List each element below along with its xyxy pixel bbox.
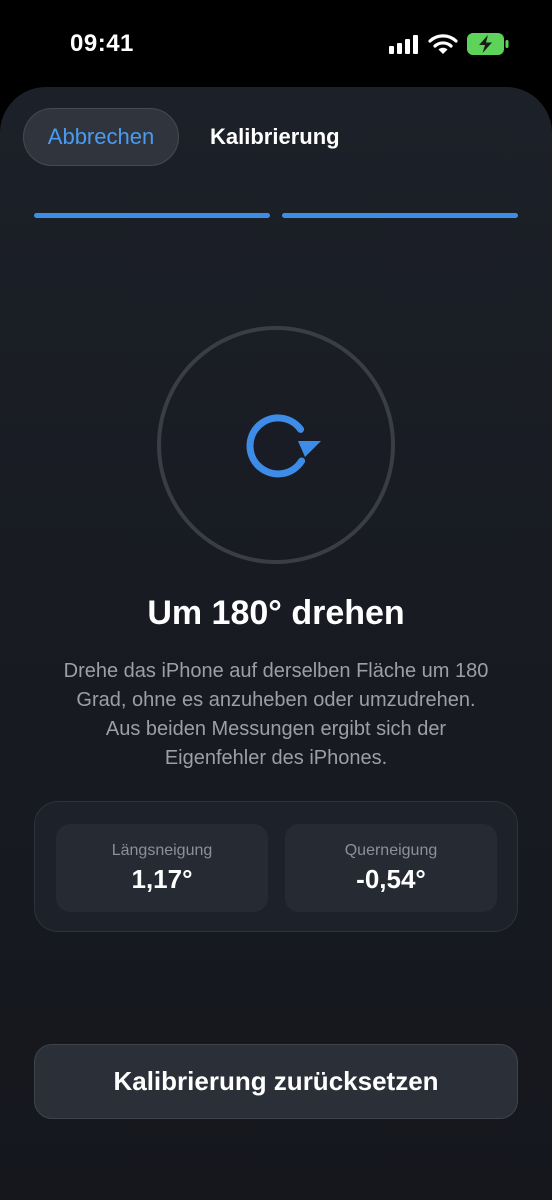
step-indicator-1 xyxy=(34,213,270,218)
pitch-card: Längsneigung 1,17° xyxy=(56,824,268,912)
reset-calibration-button[interactable]: Kalibrierung zurücksetzen xyxy=(34,1044,518,1119)
step-description-line: Drehe das iPhone auf derselben Fläche um… xyxy=(63,660,489,682)
step-description-line: Eigenfehler des iPhones. xyxy=(164,747,388,769)
status-bar: 09:41 xyxy=(0,0,552,90)
page-title: Kalibrierung xyxy=(210,124,340,149)
pitch-label: Längsneigung xyxy=(111,842,213,859)
step-title: Um 180° drehen xyxy=(147,594,405,632)
readings-panel: Längsneigung 1,17° Querneigung -0,54° xyxy=(34,801,518,932)
rotate-clockwise-icon xyxy=(246,414,321,478)
step-description: Drehe das iPhone auf derselben Fläche um… xyxy=(30,657,522,773)
step-indicator-2 xyxy=(282,213,518,218)
battery-charging-icon xyxy=(467,33,509,55)
status-time: 09:41 xyxy=(70,30,134,57)
calibration-sheet xyxy=(0,87,552,1200)
roll-card: Querneigung -0,54° xyxy=(285,824,497,912)
dynamic-island xyxy=(190,19,362,70)
step-description-line: Aus beiden Messungen ergibt sich der xyxy=(105,718,447,740)
cellular-signal-icon xyxy=(389,34,421,54)
step-description-line: Grad, ohne es anzuheben oder umzudrehen. xyxy=(76,689,476,711)
cancel-button[interactable]: Abbrechen xyxy=(23,108,179,166)
roll-label: Querneigung xyxy=(344,842,438,859)
wifi-icon xyxy=(428,34,458,54)
roll-value: -0,54° xyxy=(356,864,426,894)
pitch-value: 1,17° xyxy=(131,864,193,894)
